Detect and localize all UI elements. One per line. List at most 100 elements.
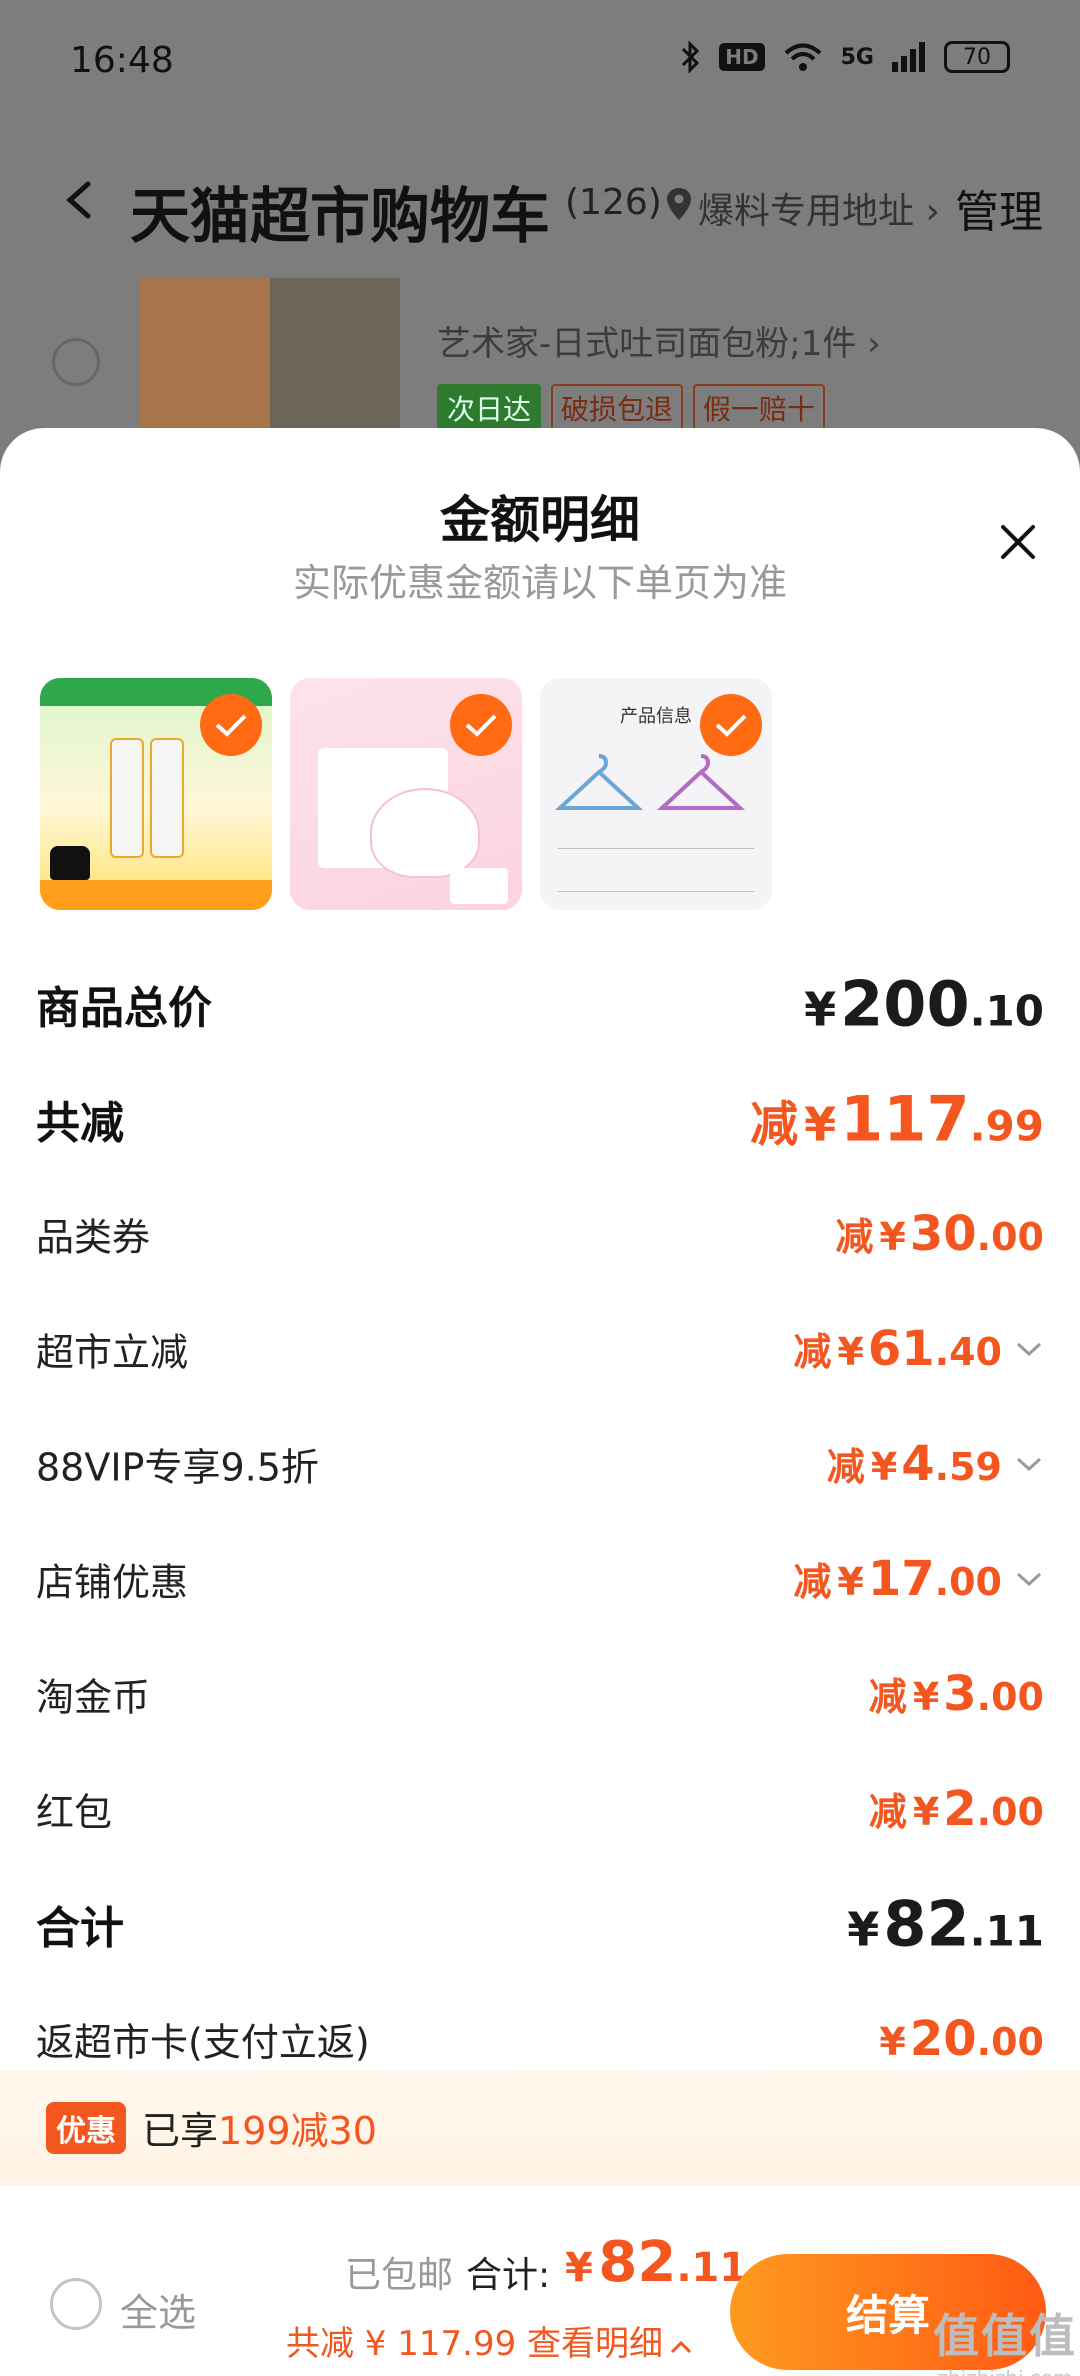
discount-prefix: 减: [793, 1329, 832, 1374]
amount-row-value: ¥200.10: [804, 967, 1044, 1040]
amount-row-label: 超市立减: [36, 1330, 189, 1374]
discount-prefix: 减: [793, 1559, 832, 1604]
amount-row: 商品总价 ¥200.10: [0, 946, 1080, 1061]
amount-row-value: 减 ¥61.40: [793, 1321, 1002, 1377]
amount-row-value: 减 ¥2.00: [869, 1781, 1044, 1837]
amount-row[interactable]: 超市立减 减 ¥61.40: [0, 1291, 1080, 1406]
amount-row-label: 红包: [36, 1790, 113, 1834]
cart-count: (126): [565, 182, 662, 223]
amount-decimal: .00: [976, 1674, 1044, 1719]
amount-row-label: 商品总价: [36, 982, 212, 1034]
amount-decimal: .00: [976, 1214, 1044, 1259]
promo-text: 已享199减30: [142, 2100, 377, 2155]
currency-symbol: ¥: [879, 2019, 906, 2064]
product-thumbnail-mask[interactable]: [290, 678, 522, 910]
item-sku[interactable]: 艺术家-日式吐司面包粉;1件 ›: [437, 316, 881, 365]
amount-row-label: 88VIP专享9.5折: [36, 1445, 319, 1489]
currency-symbol: ¥: [847, 1902, 880, 1956]
manage-button[interactable]: 管理: [955, 176, 1043, 240]
amount-row-value: 减 ¥30.00: [835, 1206, 1044, 1262]
amount-row: 淘金币 减 ¥3.00: [0, 1636, 1080, 1751]
amount-row[interactable]: 店铺优惠 减 ¥17.00: [0, 1521, 1080, 1636]
discount-prefix: 减: [835, 1214, 874, 1259]
saved-summary[interactable]: 共减 ¥ 117.99 查看明细: [286, 2316, 693, 2365]
wifi-icon: [784, 43, 821, 71]
amount-row-value: 减 ¥4.59: [827, 1436, 1002, 1492]
currency-symbol: ¥: [837, 1329, 864, 1374]
product-thumbnail-hanger[interactable]: 产品信息: [540, 678, 772, 910]
amount-detail-sheet: 金额明细 实际优惠金额请以下单页为准 产品信息 商品总价 ¥ 200 .10 共…: [0, 428, 1080, 2376]
close-icon[interactable]: [998, 522, 1038, 562]
amount-row-label: 共减: [36, 1097, 124, 1149]
total-label: 合计:: [466, 2255, 551, 2296]
tmall-cat-logo: [50, 846, 90, 880]
status-icons: HD 5G 70: [679, 40, 1010, 74]
sheet-subtitle: 实际优惠金额请以下单页为准: [292, 561, 787, 605]
hd-icon: HD: [719, 43, 765, 71]
promo-prefix: 已享: [142, 2109, 219, 2153]
total-currency: ¥: [565, 2245, 593, 2291]
checkmark-icon: [200, 694, 262, 756]
currency-symbol: ¥: [912, 1789, 940, 1834]
tag-damage-return: 破损包退: [551, 384, 684, 432]
amount-decimal: .00: [934, 1559, 1002, 1604]
currency-symbol: ¥: [912, 1674, 940, 1719]
checkout-bar: 全选 已包邮 合计: ¥ 82.11 共减 ¥ 117.99 查看明细 结算: [0, 2186, 1080, 2376]
page-title: 天猫超市购物车: [130, 182, 550, 252]
location-pin-icon: [667, 188, 691, 220]
amount-row: 共减 减 ¥117.99: [0, 1061, 1080, 1176]
chevron-down-icon[interactable]: [1014, 1569, 1044, 1589]
item-checkbox[interactable]: [52, 338, 100, 386]
amount-integer: 30: [909, 1205, 977, 1262]
amount-decimal: .00: [976, 2019, 1044, 2064]
product-thumbnail-toothpaste[interactable]: [40, 678, 272, 910]
amount-decimal: .00: [976, 1789, 1044, 1834]
discount-prefix: 减: [868, 1674, 907, 1719]
status-time: 16:48: [70, 40, 174, 81]
spec-table: [558, 848, 754, 892]
saved-amount: 共减 ¥ 117.99: [286, 2324, 517, 2364]
total-integer: 82: [598, 2230, 677, 2295]
hanger-icon: [656, 754, 746, 810]
currency-symbol: ¥: [804, 1097, 837, 1151]
currency-symbol: ¥: [837, 1559, 864, 1604]
discount-prefix: 减: [750, 1096, 799, 1152]
amount-row-value: 减 ¥17.00: [793, 1551, 1002, 1607]
sheet-title: 金额明细: [440, 491, 640, 549]
promo-highlight: 199减30: [218, 2109, 377, 2153]
promo-badge: 优惠: [46, 2102, 126, 2154]
amount-rows: 商品总价 ¥200.10 共减减 ¥117.99 品类券减 ¥30.00 超市立减减 ¥61.…: [0, 946, 1080, 2096]
discount-prefix: 减: [868, 1789, 907, 1834]
chevron-down-icon[interactable]: [1014, 1339, 1044, 1359]
discount-prefix: 减: [826, 1444, 865, 1489]
select-all-checkbox[interactable]: [50, 2278, 102, 2330]
signal-icon: [892, 42, 925, 72]
chevron-down-icon[interactable]: [1014, 1454, 1044, 1474]
amount-row-label: 淘金币: [36, 1675, 151, 1719]
amount-row-label: 品类券: [36, 1215, 151, 1259]
select-all-label[interactable]: 全选: [120, 2282, 196, 2337]
checkmark-icon: [450, 694, 512, 756]
amount-row-value: ¥20.00: [879, 2011, 1044, 2067]
cart-item: 艺术家-日式吐司面包粉;1件 › 次日达 破损包退 假一赔十: [0, 278, 1080, 432]
cart-header: 天猫超市购物车 (126) 爆料专用地址 › 管理: [0, 150, 1080, 260]
amount-decimal: .59: [934, 1444, 1002, 1489]
amount-integer: 4: [901, 1435, 935, 1492]
back-arrow-icon[interactable]: [60, 180, 100, 220]
amount-row[interactable]: 88VIP专享9.5折 减 ¥4.59: [0, 1406, 1080, 1521]
battery-icon: 70: [944, 41, 1010, 73]
amount-decimal: .10: [969, 986, 1044, 1035]
amount-integer: 117: [840, 1082, 970, 1155]
currency-symbol: ¥: [870, 1444, 898, 1489]
network-type: 5G: [840, 44, 874, 70]
view-detail-link[interactable]: 查看明细: [527, 2324, 663, 2364]
amount-row-value: ¥82.11: [847, 1887, 1044, 1960]
total-amount: ¥ 82.11: [565, 2230, 747, 2295]
amount-integer: 61: [867, 1320, 935, 1377]
address-selector[interactable]: 爆料专用地址 ›: [698, 182, 940, 234]
amount-integer: 17: [867, 1550, 935, 1607]
checkmark-icon: [700, 694, 762, 756]
amount-decimal: .99: [969, 1101, 1044, 1150]
amount-decimal: .40: [934, 1329, 1002, 1374]
status-bar: 16:48 HD 5G 70: [0, 0, 1080, 130]
